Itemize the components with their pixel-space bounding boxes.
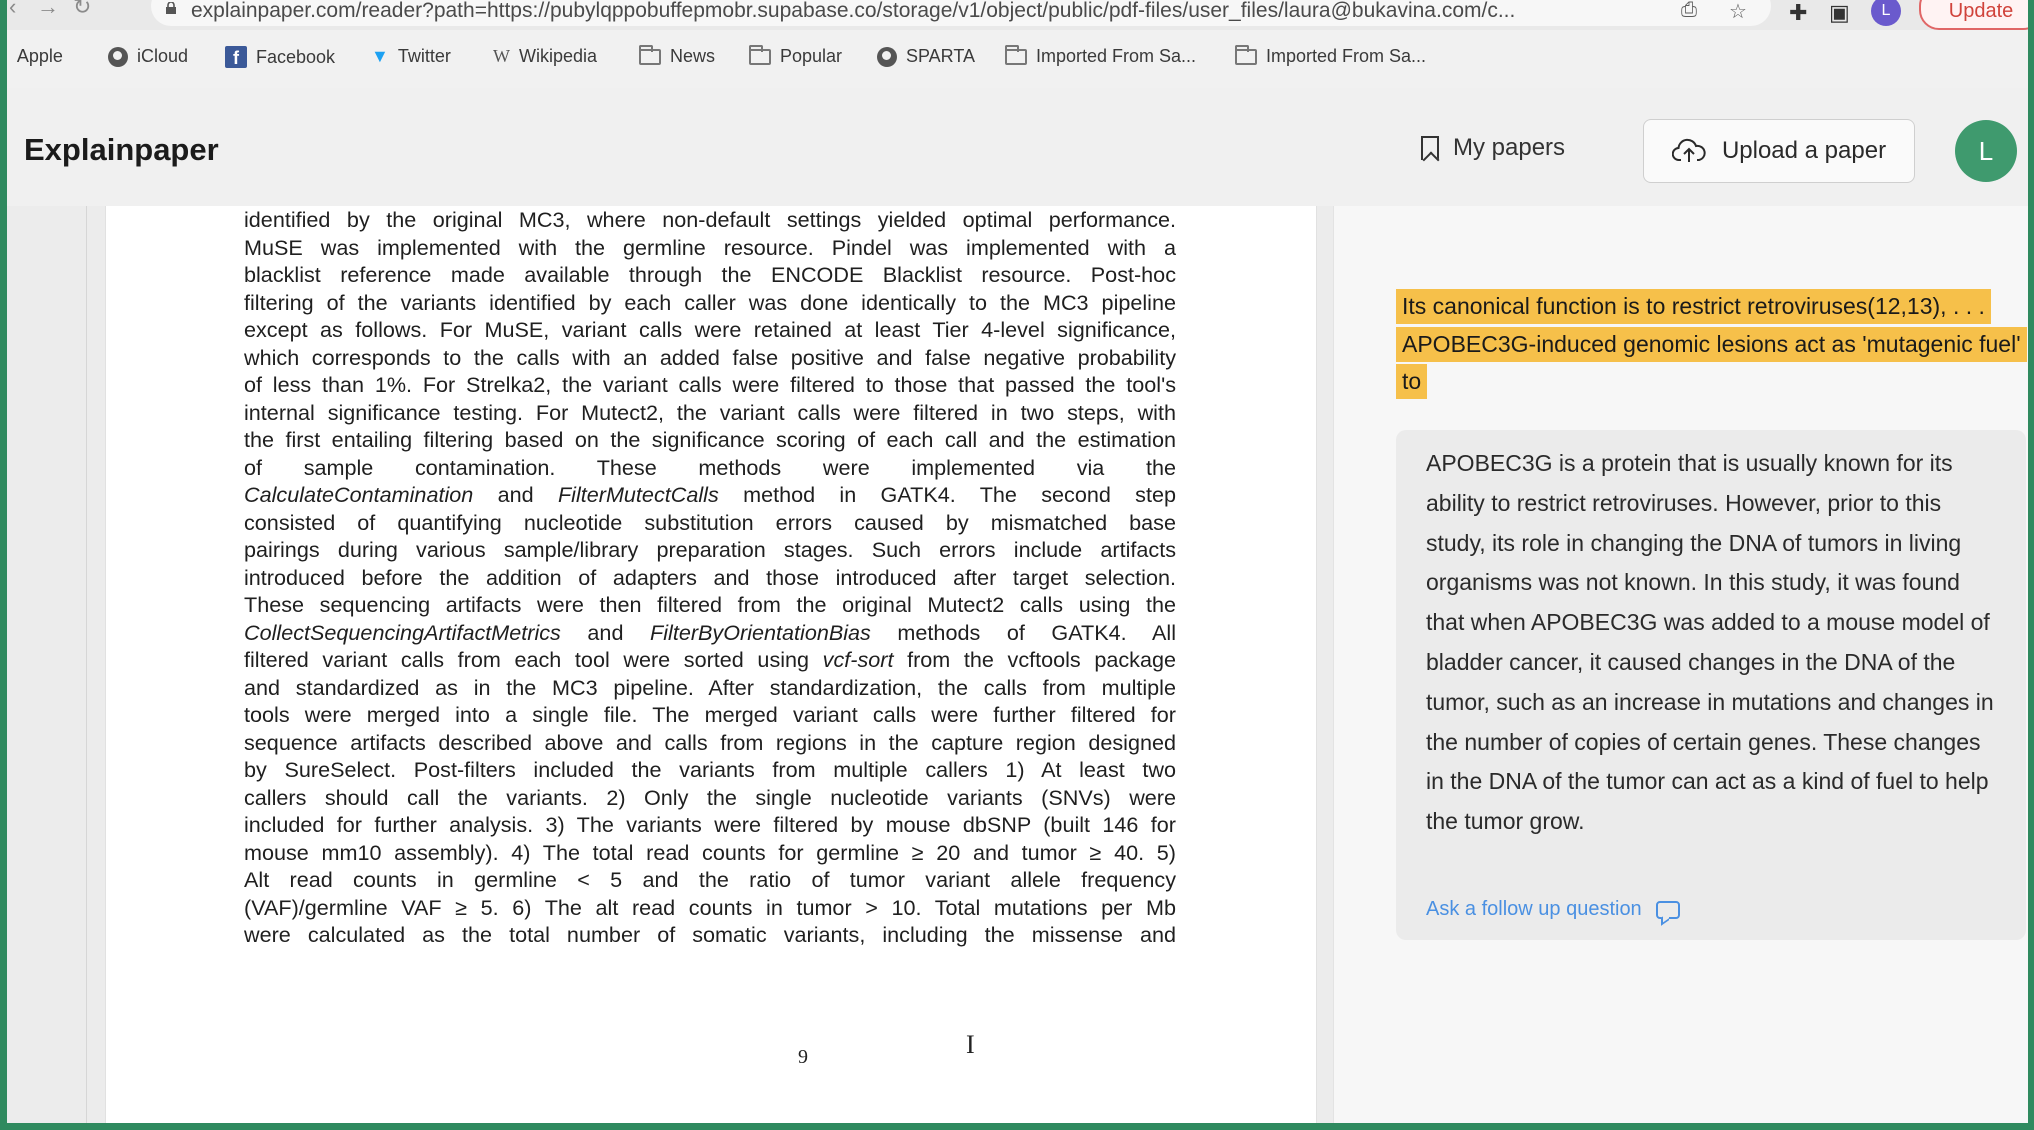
explanation-text: APOBEC3G is a protein that is usually kn… xyxy=(1426,450,1994,835)
paper-text-line[interactable]: (VAF)/germline VAF ≥ 5. 6) The alt read … xyxy=(244,894,1176,922)
lock-icon xyxy=(166,2,176,14)
browser-profile-icon[interactable]: L xyxy=(1871,0,1901,26)
explanation-sidebar: Its canonical function is to restrict re… xyxy=(1333,206,2028,1123)
bookmark-twitter[interactable]: ▼ Twitter xyxy=(371,46,451,67)
reload-icon[interactable]: ↻ xyxy=(73,0,91,20)
paper-text-line[interactable]: of sample contamination. These methods w… xyxy=(244,454,1176,482)
paper-text-line[interactable]: included for further analysis. 3) The va… xyxy=(244,811,1176,839)
url-bar[interactable]: explainpaper.com/reader?path=https://pub… xyxy=(151,0,1771,26)
paper-text-line[interactable]: were calculated as the total number of s… xyxy=(244,921,1176,949)
apple-icon: ● xyxy=(7,46,8,67)
paper-text-line[interactable]: filtering of the variants identified by … xyxy=(244,289,1176,317)
paper-text-line[interactable]: identified by the original MC3, where no… xyxy=(244,206,1176,234)
paper-text-line[interactable]: filtered variant calls from each tool we… xyxy=(244,646,1176,674)
paper-text-line[interactable]: sequence artifacts described above and c… xyxy=(244,729,1176,757)
bookmark-imported-1[interactable]: Imported From Sa... xyxy=(1005,44,1196,67)
bookmark-news[interactable]: News xyxy=(639,44,715,67)
extensions-icon[interactable]: ✚ xyxy=(1789,0,1807,26)
paper-text-line[interactable]: introduced before the addition of adapte… xyxy=(244,564,1176,592)
back-icon[interactable]: ‹ xyxy=(9,0,16,20)
bookmark-facebook[interactable]: f Facebook xyxy=(225,46,335,68)
paper-text-line[interactable]: and standardized as in the MC3 pipeline.… xyxy=(244,674,1176,702)
follow-up-label: Ask a follow up question xyxy=(1426,898,1642,920)
paper-text-line[interactable]: mouse mm10 assembly). 4) The total read … xyxy=(244,839,1176,867)
bookmark-imported-2[interactable]: Imported From Sa... xyxy=(1235,44,1426,67)
star-icon[interactable]: ☆ xyxy=(1729,0,1747,24)
globe-icon xyxy=(108,46,128,67)
bookmark-icloud[interactable]: iCloud xyxy=(108,46,188,67)
paper-text-line[interactable]: CollectSequencingArtifactMetrics and Fil… xyxy=(244,619,1176,647)
folder-icon xyxy=(1235,44,1257,65)
url-text[interactable]: explainpaper.com/reader?path=https://pub… xyxy=(191,0,1671,23)
bookmark-wikipedia[interactable]: W Wikipedia xyxy=(493,46,597,67)
upload-paper-button[interactable]: Upload a paper xyxy=(1643,119,1915,183)
paper-text-line[interactable]: Alt read counts in germline < 5 and the … xyxy=(244,866,1176,894)
paper-text-line[interactable]: pairings during various sample/library p… xyxy=(244,536,1176,564)
paper-text-line[interactable]: MuSE was implemented with the germline r… xyxy=(244,234,1176,262)
cloud-upload-icon xyxy=(1671,138,1706,162)
bookmark-icon xyxy=(1421,136,1439,160)
paper-text-line[interactable]: tools were merged into a single file. Th… xyxy=(244,701,1176,729)
paper-text-line[interactable]: except as follows. For MuSE, variant cal… xyxy=(244,316,1176,344)
user-avatar[interactable]: L xyxy=(1955,120,2017,182)
paper-text-line[interactable]: of less than 1%. For Strelka2, the varia… xyxy=(244,371,1176,399)
share-icon[interactable]: ⎙ xyxy=(1681,0,1697,22)
chat-bubble-icon xyxy=(1655,900,1680,919)
page-number: 9 xyxy=(798,1046,808,1068)
folder-icon xyxy=(639,44,661,65)
paper-text-line[interactable]: consisted of quantifying nucleotide subs… xyxy=(244,509,1176,537)
my-papers-link[interactable]: My papers xyxy=(1421,134,1565,162)
app-logo[interactable]: Explainpaper xyxy=(24,132,219,168)
explanation-card: APOBEC3G is a protein that is usually kn… xyxy=(1396,430,2026,940)
upload-paper-label: Upload a paper xyxy=(1721,137,1887,164)
address-bar-row: ‹ → ↻ explainpaper.com/reader?path=https… xyxy=(7,0,2028,30)
browser-window: ‹ → ↻ explainpaper.com/reader?path=https… xyxy=(7,0,2028,1123)
bookmark-sparta[interactable]: SPARTA xyxy=(877,46,975,67)
pdf-page[interactable]: identified by the original MC3, where no… xyxy=(105,206,1348,1123)
globe-icon xyxy=(877,46,897,67)
paper-text-line[interactable]: These sequencing artifacts were then fil… xyxy=(244,591,1176,619)
sidebar-icon[interactable]: ▣ xyxy=(1829,0,1850,26)
paper-text-line[interactable]: by SureSelect. Post-filters included the… xyxy=(244,756,1176,784)
app-header: Explainpaper My papers Upload a paper L xyxy=(7,88,2028,206)
bookmarks-bar: ● Apple iCloud f Facebook ▼ Twitter W Wi… xyxy=(7,30,2028,88)
bookmark-popular[interactable]: Popular xyxy=(749,44,842,67)
follow-up-question-link[interactable]: Ask a follow up question xyxy=(1426,898,1680,921)
paper-body-text[interactable]: identified by the original MC3, where no… xyxy=(244,206,1176,949)
paper-text-line[interactable]: blacklist reference made available throu… xyxy=(244,261,1176,289)
viewer-gutter xyxy=(86,206,87,1123)
folder-icon xyxy=(1005,44,1027,65)
highlighted-passage: Its canonical function is to restrict re… xyxy=(1396,288,2027,401)
text-cursor-icon: I xyxy=(966,1030,975,1059)
highlight-text: Its canonical function is to restrict re… xyxy=(1396,289,2027,399)
twitter-icon: ▼ xyxy=(371,46,389,66)
paper-text-line[interactable]: callers should call the variants. 2) Onl… xyxy=(244,784,1176,812)
facebook-icon: f xyxy=(225,46,247,68)
wikipedia-icon: W xyxy=(493,46,510,66)
paper-text-line[interactable]: internal significance testing. For Mutec… xyxy=(244,399,1176,427)
pdf-viewer[interactable]: identified by the original MC3, where no… xyxy=(7,206,1348,1123)
paper-text-line[interactable]: CalculateContamination and FilterMutectC… xyxy=(244,481,1176,509)
paper-text-line[interactable]: the first entailing filtering based on t… xyxy=(244,426,1176,454)
update-button[interactable]: Update xyxy=(1919,0,2028,30)
paper-text-line[interactable]: which corresponds to the calls with an a… xyxy=(244,344,1176,372)
folder-icon xyxy=(749,44,771,65)
forward-icon[interactable]: → xyxy=(37,0,59,20)
my-papers-label: My papers xyxy=(1453,134,1566,161)
bookmark-apple[interactable]: ● Apple xyxy=(7,46,63,67)
